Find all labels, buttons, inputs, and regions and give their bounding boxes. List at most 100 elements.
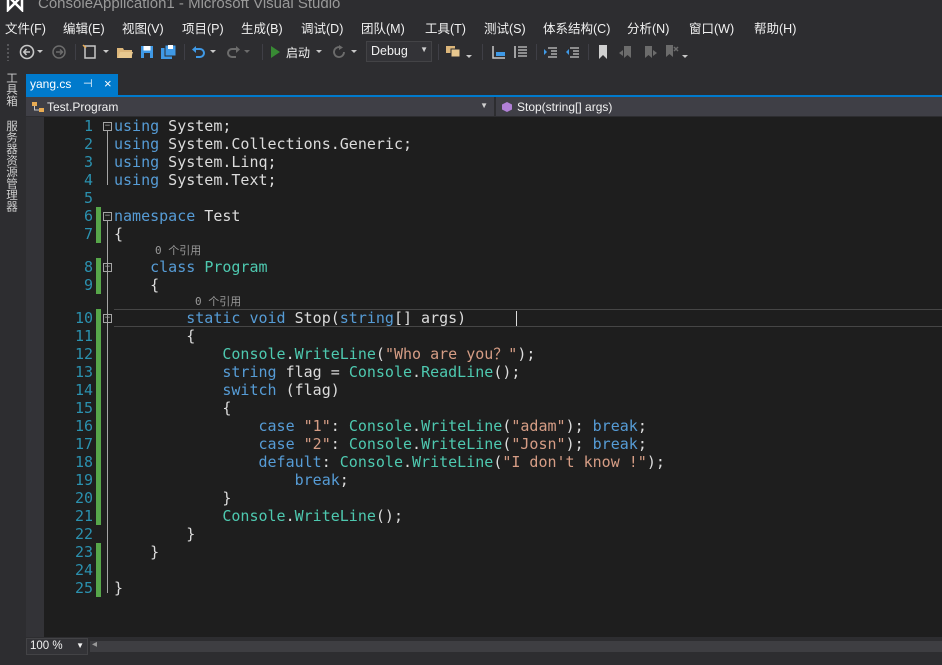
code-token: Console (348, 417, 413, 435)
type-dropdown-value: Test.Program (47, 100, 119, 114)
pin-icon[interactable]: ⊣ (83, 77, 93, 90)
code-line[interactable]: 7{ (26, 225, 942, 243)
code-line[interactable]: 14 switch (flag) (26, 381, 942, 399)
code-line[interactable]: 12 Console.WriteLine("Who are you？"); (26, 345, 942, 363)
code-line[interactable]: 1 − using System; (26, 117, 942, 135)
code-token: : (321, 453, 340, 471)
editor-bottom-bar: 100 % ▼ ◂ (26, 637, 942, 655)
code-line[interactable]: 19 break; (26, 471, 942, 489)
type-dropdown[interactable]: Test.Program ▼ (26, 97, 494, 116)
line-number: 10 (74, 309, 93, 327)
code-token: break (294, 471, 340, 489)
code-line[interactable]: 9 { (26, 276, 942, 294)
menu-architecture[interactable]: 体系结构(C) (543, 18, 610, 37)
scroll-left-icon[interactable]: ◂ (92, 639, 97, 650)
code-line[interactable]: 10− static void Stop(string[] args) (26, 309, 942, 327)
code-line[interactable]: 8− class Program (26, 258, 942, 276)
code-text: { (114, 327, 195, 345)
code-line[interactable]: 24 (26, 561, 942, 579)
code-line[interactable]: 25} (26, 579, 942, 597)
solution-configuration-select[interactable]: Debug ▼ (366, 41, 432, 62)
menu-project[interactable]: 项目(P) (182, 18, 224, 37)
code-token: (flag) (276, 381, 340, 399)
line-number: 1 (83, 117, 93, 135)
codelens-references-method[interactable]: 0 个引用 (195, 295, 241, 308)
code-token: WriteLine (294, 507, 376, 525)
code-line[interactable]: 16 case "1": Console.WriteLine("adam"); … (26, 417, 942, 435)
change-tracking-bar (96, 207, 101, 225)
code-text: } (114, 579, 123, 597)
redo-icon[interactable] (224, 43, 254, 61)
forward-icon[interactable] (50, 43, 68, 61)
code-line[interactable]: 18 default: Console.WriteLine("I don't k… (26, 453, 942, 471)
chevron-down-icon: ▼ (76, 641, 84, 650)
code-text: Console.WriteLine(); (114, 507, 403, 525)
menu-team[interactable]: 团队(M) (361, 18, 405, 37)
line-number: 11 (74, 327, 93, 345)
code-token: } (114, 579, 124, 597)
code-line[interactable]: 17 case "2": Console.WriteLine("Josn"); … (26, 435, 942, 453)
code-token: break (592, 435, 638, 453)
close-icon[interactable]: × (104, 76, 112, 91)
line-number: 12 (74, 345, 93, 363)
menu-view[interactable]: 视图(V) (122, 18, 164, 37)
code-line[interactable]: 22 } (26, 525, 942, 543)
code-line[interactable]: 15 { (26, 399, 942, 417)
save-icon[interactable] (138, 43, 156, 61)
collapse-icon[interactable]: − (103, 122, 112, 131)
code-line[interactable]: 6 − namespace Test (26, 207, 942, 225)
code-line[interactable]: 3 using System.Linq; (26, 153, 942, 171)
tab-yang-cs[interactable]: yang.cs ⊣ × (26, 74, 118, 95)
horizontal-scrollbar[interactable]: ◂ (90, 639, 942, 652)
line-number: 6 (83, 207, 93, 225)
new-project-icon[interactable] (82, 43, 112, 61)
menu-debug[interactable]: 调试(D) (301, 18, 343, 37)
code-line[interactable]: 13 string flag = Console.ReadLine(); (26, 363, 942, 381)
line-number: 13 (74, 363, 93, 381)
code-token: (); (375, 507, 403, 525)
start-debugging-button[interactable]: 启动 (268, 43, 324, 61)
toolbar-grip[interactable] (6, 43, 10, 61)
code-token: Console (348, 363, 413, 381)
menu-window[interactable]: 窗口(W) (689, 18, 734, 37)
back-icon[interactable] (18, 43, 46, 61)
code-token: Console (339, 453, 403, 471)
menu-help[interactable]: 帮助(H) (754, 18, 796, 37)
member-dropdown[interactable]: Stop(string[] args) (496, 97, 942, 116)
menu-build[interactable]: 生成(B) (241, 18, 283, 37)
menu-analyze[interactable]: 分析(N) (627, 18, 669, 37)
server-explorer-tab[interactable]: 服务器资源管理器 (3, 120, 19, 212)
zoom-select[interactable]: 100 % ▼ (26, 638, 88, 655)
menu-edit[interactable]: 编辑(E) (63, 18, 105, 37)
toolbox-tab[interactable]: 工具箱 (3, 72, 19, 107)
code-text: break; (114, 471, 349, 489)
change-tracking-bar (96, 471, 101, 489)
code-token: string (339, 309, 394, 327)
change-tracking-bar (96, 225, 101, 243)
undo-icon[interactable] (190, 43, 220, 61)
code-token: ; (637, 435, 647, 453)
code-line[interactable]: 21 Console.WriteLine(); (26, 507, 942, 525)
code-token: Test (195, 207, 241, 225)
code-line[interactable]: 20 } (26, 489, 942, 507)
refresh-icon[interactable] (332, 43, 360, 61)
code-line[interactable]: 23 } (26, 543, 942, 561)
line-number: 22 (74, 525, 93, 543)
code-line[interactable]: 11 { (26, 327, 942, 345)
code-editor[interactable]: 1− using System; 2 using System.Collections… (26, 117, 942, 637)
collapse-icon[interactable]: − (103, 212, 112, 221)
code-line[interactable]: 2 using System.Collections.Generic; (26, 135, 942, 153)
codelens-references-class[interactable]: 0 个引用 (155, 244, 201, 257)
code-line[interactable]: 4 using System.Text; (26, 171, 942, 189)
code-token: } (114, 489, 232, 507)
menu-test[interactable]: 测试(S) (484, 18, 526, 37)
menu-file[interactable]: 文件(F) (5, 18, 46, 37)
menu-tools[interactable]: 工具(T) (425, 18, 466, 37)
code-line[interactable]: 5 (26, 189, 942, 207)
save-all-icon[interactable] (160, 43, 178, 61)
open-file-icon[interactable] (116, 43, 134, 61)
code-token: ( (493, 453, 503, 471)
